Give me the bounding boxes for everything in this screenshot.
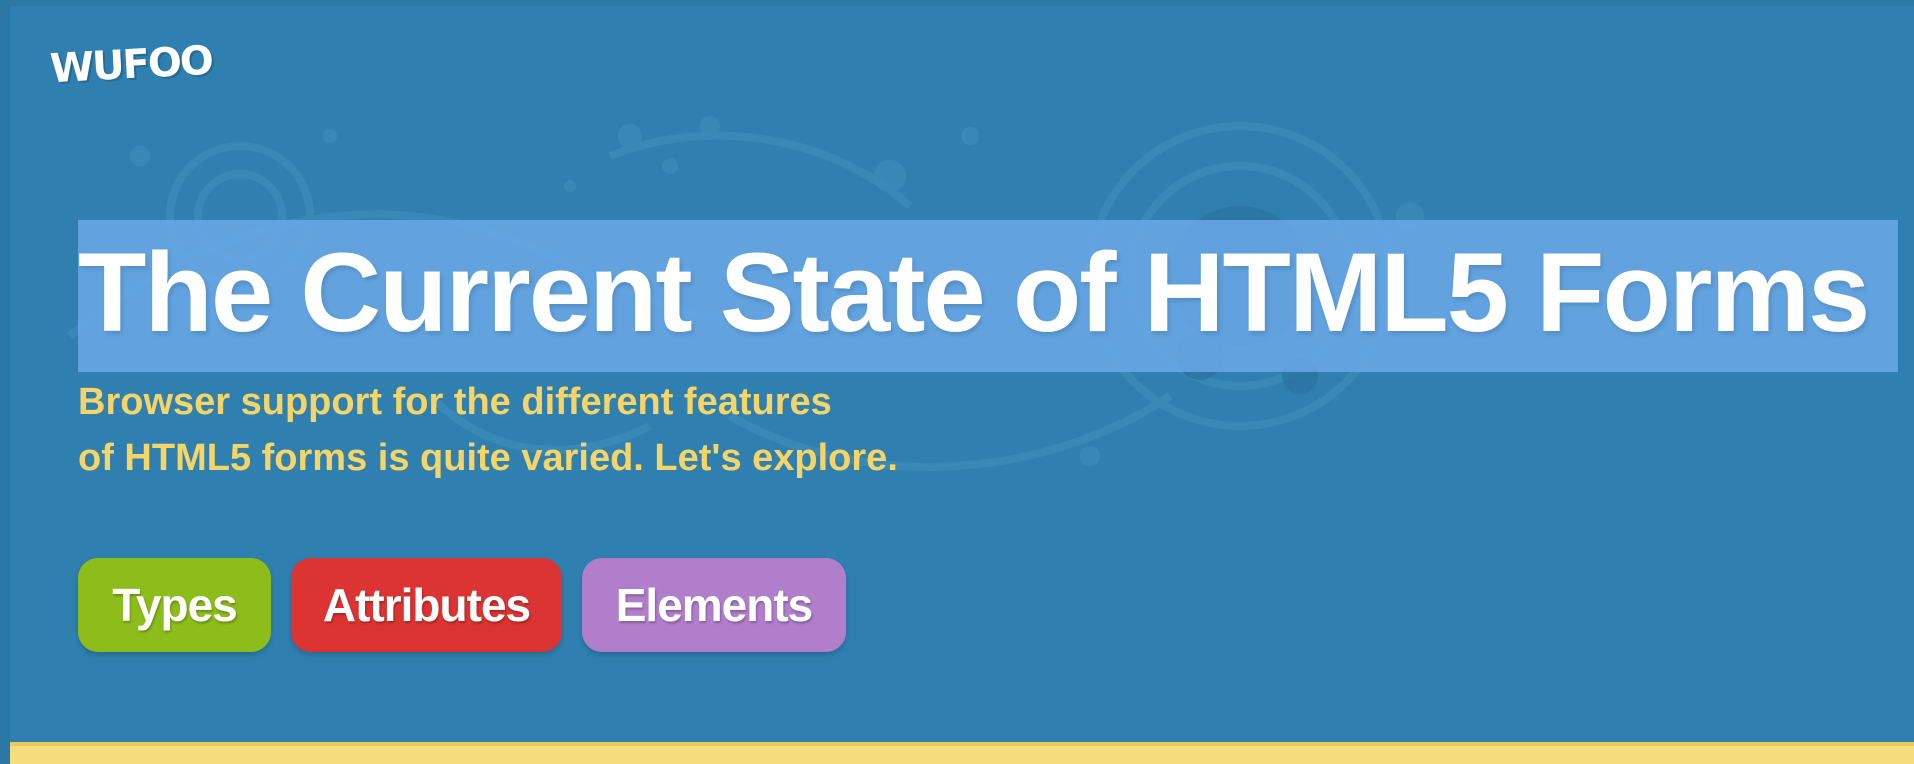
subtitle-line-2: of HTML5 forms is quite varied. Let's ex… [78, 437, 898, 479]
title-selection-highlight: The Current State of HTML5 Forms [78, 220, 1898, 372]
subtitle-line-1: Browser support for the different featur… [78, 381, 832, 423]
elements-button[interactable]: Elements [582, 558, 846, 652]
page-subtitle: Browser support for the different featur… [78, 374, 898, 486]
page-title: The Current State of HTML5 Forms [78, 230, 1870, 355]
types-button[interactable]: Types [78, 558, 271, 652]
section-nav: Types Attributes Elements [78, 558, 846, 652]
page: WUFOO The Current State of HTML5 Forms B… [0, 0, 1914, 764]
bottom-yellow-band [10, 742, 1914, 764]
wufoo-logo[interactable]: WUFOO [49, 38, 213, 92]
attributes-button[interactable]: Attributes [291, 558, 562, 652]
